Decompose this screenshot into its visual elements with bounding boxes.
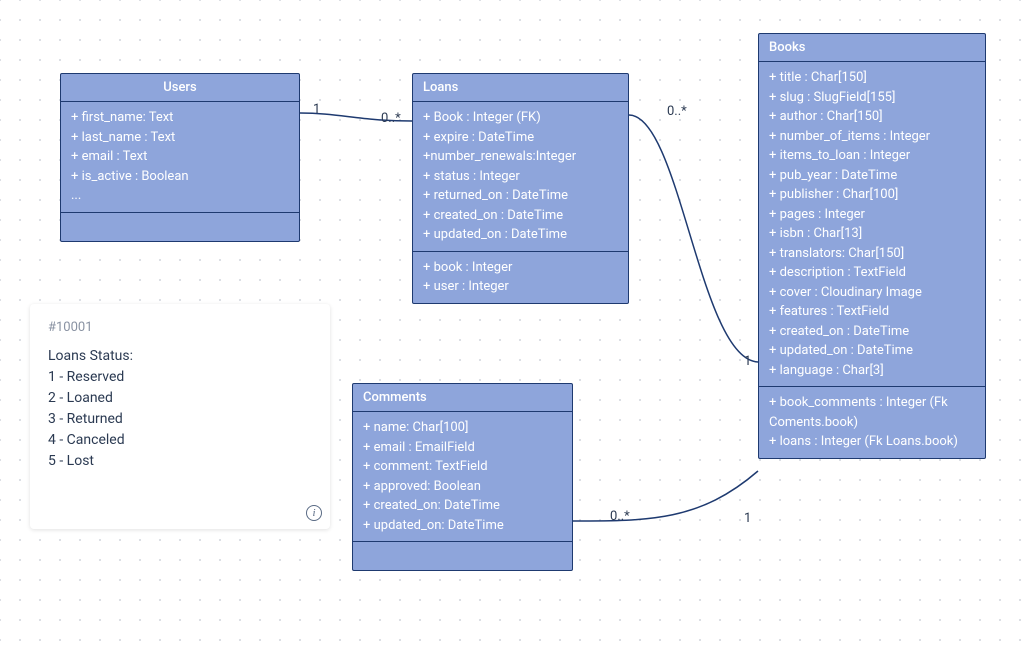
cardinality-comments-side: 0..* [610,509,630,524]
field-row: +number_renewals:Integer [423,147,618,167]
field-row: + translators: Char[150] [769,244,975,264]
field-row: + features : TextField [769,302,975,322]
entity-loans-title: Loans [413,74,628,102]
note-line: 2 - Loaned [48,388,312,409]
note-line: 3 - Returned [48,409,312,430]
cardinality-users-side: 1 [313,102,320,117]
field-row: + approved: Boolean [363,477,562,497]
field-row: + is_active : Boolean [71,167,289,187]
field-row: + created_on : DateTime [423,206,618,226]
field-row: + title : Char[150] [769,68,975,88]
entity-loans-refs: + book : Integer + user : Integer [413,252,628,303]
field-row: + pages : Integer [769,205,975,225]
note-id: #10001 [48,318,312,338]
entity-books-refs: + book_comments : Integer (Fk Coments.bo… [759,387,985,458]
entity-books[interactable]: Books + title : Char[150] + slug : SlugF… [758,33,986,459]
field-row: + language : Char[3] [769,361,975,381]
field-row: ... [71,186,289,206]
entity-comments-refs [353,542,572,570]
field-row: + email : Text [71,147,289,167]
field-row: + items_to_loan : Integer [769,146,975,166]
field-row: + first_name: Text [71,108,289,128]
field-row: + last_name : Text [71,128,289,148]
field-row: + author : Char[150] [769,107,975,127]
field-row: + updated_on: DateTime [363,516,562,536]
entity-comments-fields: + name: Char[100] + email : EmailField +… [353,412,572,542]
field-row: + description : TextField [769,263,975,283]
entity-loans-fields: + Book : Integer (FK) + expire : DateTim… [413,102,628,252]
info-icon[interactable]: i [306,505,322,521]
cardinality-loans-user-side: 0..* [381,111,401,126]
field-row: + book : Integer [423,258,618,278]
cardinality-loans-book-side: 0..* [667,104,687,119]
field-row: + isbn : Char[13] [769,224,975,244]
field-row: + created_on : DateTime [769,322,975,342]
field-row: + publisher : Char[100] [769,185,975,205]
field-row: + user : Integer [423,277,618,297]
field-row: + cover : Cloudinary Image [769,283,975,303]
note-title: Loans Status: [48,346,312,367]
entity-books-title: Books [759,34,985,62]
entity-loans[interactable]: Loans + Book : Integer (FK) + expire : D… [412,73,629,304]
field-row: + email : EmailField [363,438,562,458]
cardinality-books-loans-side: 1 [744,354,751,369]
field-row: + name: Char[100] [363,418,562,438]
entity-users-fields: + first_name: Text + last_name : Text + … [61,102,299,213]
field-row: + expire : DateTime [423,128,618,148]
entity-users-title: Users [61,74,299,102]
field-row: + Book : Integer (FK) [423,108,618,128]
note-line: 5 - Lost [48,451,312,472]
field-row: + loans : Integer (Fk Loans.book) [769,432,975,452]
cardinality-books-comments-side: 1 [744,511,751,526]
entity-users[interactable]: Users + first_name: Text + last_name : T… [60,73,300,242]
note-line: 4 - Canceled [48,430,312,451]
entity-books-fields: + title : Char[150] + slug : SlugField[1… [759,62,985,387]
field-row: + created_on: DateTime [363,496,562,516]
entity-comments[interactable]: Comments + name: Char[100] + email : Ema… [352,383,573,571]
field-row: + returned_on : DateTime [423,186,618,206]
note-line: 1 - Reserved [48,367,312,388]
field-row: + slug : SlugField[155] [769,88,975,108]
field-row: + pub_year : DateTime [769,166,975,186]
entity-comments-title: Comments [353,384,572,412]
note-card[interactable]: #10001 Loans Status: 1 - Reserved 2 - Lo… [30,304,330,529]
entity-users-refs [61,213,299,241]
field-row: + status : Integer [423,167,618,187]
field-row: + comment: TextField [363,457,562,477]
field-row: + book_comments : Integer (Fk Coments.bo… [769,393,975,432]
field-row: + number_of_items : Integer [769,127,975,147]
field-row: + updated_on : DateTime [769,341,975,361]
field-row: + updated_on : DateTime [423,225,618,245]
